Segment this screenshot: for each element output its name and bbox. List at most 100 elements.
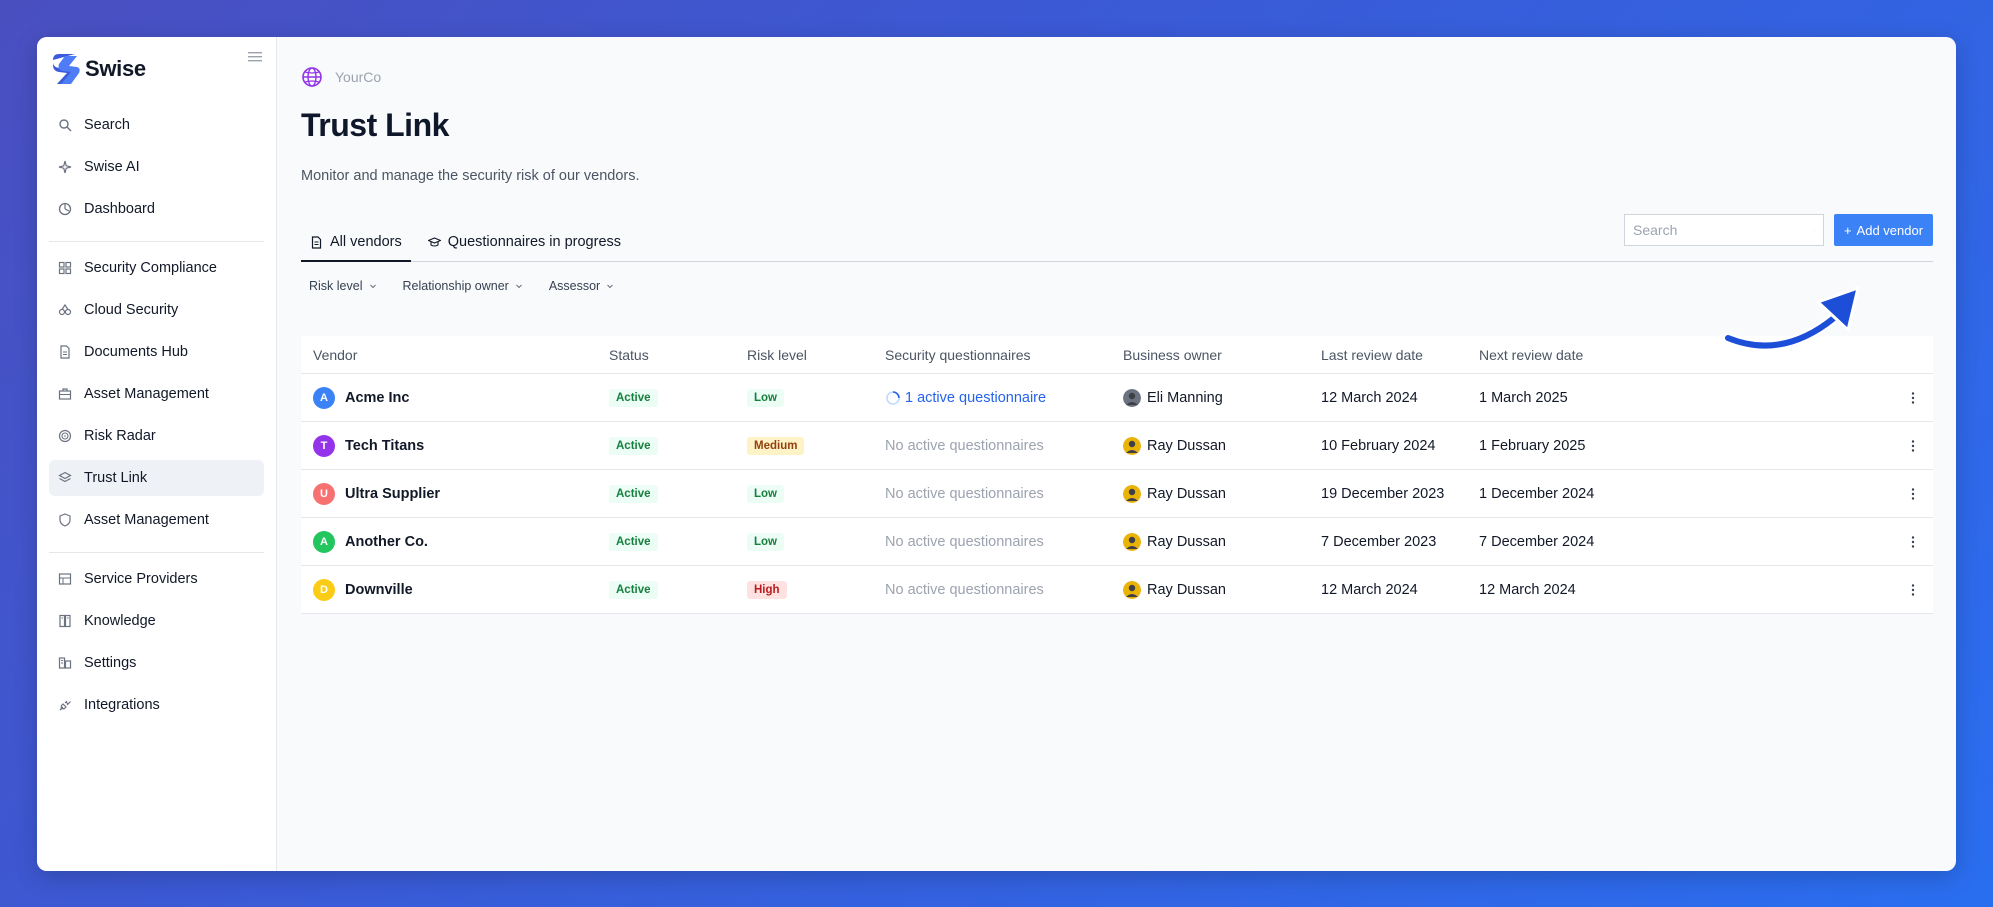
owner-cell: Ray Dussan — [1123, 484, 1321, 503]
dashboard-icon — [58, 202, 72, 216]
owner-cell: Ray Dussan — [1123, 436, 1321, 455]
sidebar-item-search[interactable]: Search — [49, 107, 264, 143]
questionnaire-link[interactable]: 1 active questionnaire — [905, 390, 1046, 406]
sidebar: Swise Search Swise AI Dashboard Security Co… — [37, 37, 277, 871]
sidebar-item-label: Security Compliance — [84, 260, 217, 276]
filter-risk-level[interactable]: Risk level — [309, 279, 377, 293]
table-row[interactable]: A Another Co. Active Low No active quest… — [301, 518, 1933, 566]
sidebar-item-security-compliance[interactable]: Security Compliance — [49, 250, 264, 286]
questionnaire-status: No active questionnaires — [885, 437, 1044, 454]
org-switcher[interactable]: YourCo — [301, 65, 1933, 89]
vendor-name[interactable]: Downville — [345, 582, 413, 598]
search-field[interactable] — [1624, 214, 1824, 246]
tab-label: All vendors — [330, 234, 402, 250]
column-header[interactable]: Security questionnaires — [885, 347, 1123, 363]
sidebar-item-label: Service Providers — [84, 571, 198, 587]
column-header[interactable]: Last review date — [1321, 347, 1479, 363]
status-badge: Active — [609, 436, 658, 455]
sidebar-item-knowledge[interactable]: Knowledge — [49, 603, 264, 639]
questionnaire-status: No active questionnaires — [885, 581, 1044, 598]
sidebar-item-integrations[interactable]: Integrations — [49, 687, 264, 723]
search-input[interactable] — [1633, 222, 1814, 238]
more-options-icon[interactable] — [1911, 583, 1915, 597]
next-review-date: 1 February 2025 — [1479, 437, 1586, 454]
vendor-name[interactable]: Tech Titans — [345, 438, 424, 454]
vendor-name[interactable]: Ultra Supplier — [345, 486, 440, 502]
risk-cell: Medium — [747, 436, 885, 455]
sidebar-item-asset-management[interactable]: Asset Management — [49, 376, 264, 412]
vendor-initial: A — [320, 391, 328, 404]
questionnaire-status: No active questionnaires — [885, 533, 1044, 550]
sidebar-group: Search Swise AI Dashboard — [49, 107, 264, 242]
column-header[interactable]: Risk level — [747, 347, 885, 363]
table-row[interactable]: A Acme Inc Active Low 1 active questionn… — [301, 374, 1933, 422]
more-options-icon[interactable] — [1911, 487, 1915, 501]
column-header[interactable]: Vendor — [301, 347, 609, 363]
vendor-avatar: A — [313, 530, 335, 553]
table-row[interactable]: T Tech Titans Active Medium No active qu… — [301, 422, 1933, 470]
chevron-down-icon — [515, 284, 522, 289]
vendor-name[interactable]: Another Co. — [345, 534, 428, 550]
layers-icon — [58, 471, 72, 483]
brand[interactable]: Swise — [37, 51, 276, 87]
more-options-icon[interactable] — [1911, 535, 1915, 549]
questionnaire-status: No active questionnaires — [885, 485, 1044, 502]
sidebar-item-risk-radar[interactable]: Risk Radar — [49, 418, 264, 454]
sidebar-item-settings[interactable]: Settings — [49, 645, 264, 681]
risk-cell: Low — [747, 388, 885, 407]
page-subtitle: Monitor and manage the security risk of … — [301, 168, 640, 184]
sidebar-item-label: Dashboard — [84, 201, 155, 217]
vendor-cell: A Acme Inc — [301, 386, 609, 409]
brand-name: Swise — [85, 56, 146, 81]
sidebar-item-asset-management[interactable]: Asset Management — [49, 502, 264, 538]
filter-assessor[interactable]: Assessor — [549, 279, 614, 293]
sidebar-item-trust-link[interactable]: Trust Link — [49, 460, 264, 496]
filter-relationship-owner[interactable]: Relationship owner — [403, 279, 523, 293]
sidebar-item-label: Asset Management — [84, 386, 209, 402]
sidebar-item-label: Settings — [84, 655, 137, 671]
risk-badge: High — [747, 580, 787, 599]
sidebar-item-dashboard[interactable]: Dashboard — [49, 191, 264, 227]
sidebar-item-cloud-security[interactable]: Cloud Security — [49, 292, 264, 328]
sidebar-group: Service Providers Knowledge Settings Integr… — [49, 561, 264, 737]
column-header[interactable]: Status — [609, 347, 747, 363]
search-icon — [59, 119, 72, 132]
more-options-icon[interactable] — [1911, 391, 1915, 405]
add-vendor-button[interactable]: + Add vendor — [1834, 214, 1933, 246]
table-row[interactable]: D Downville Active High No active questi… — [301, 566, 1933, 614]
last-review-date: 19 December 2023 — [1321, 485, 1445, 502]
risk-badge: Medium — [747, 436, 805, 455]
main-content: YourCo Trust Link Monitor and manage the… — [277, 37, 1956, 871]
search-icon — [1814, 229, 1815, 231]
vendors-table: Vendor Status Risk level Security questi… — [301, 336, 1933, 614]
questionnaire-cell: 1 active questionnaire — [885, 390, 1123, 406]
more-options-icon[interactable] — [1911, 439, 1915, 453]
sidebar-item-label: Trust Link — [84, 470, 148, 486]
sidebar-item-label: Search — [84, 117, 130, 133]
sidebar-item-documents-hub[interactable]: Documents Hub — [49, 334, 264, 370]
sidebar-item-swise-ai[interactable]: Swise AI — [49, 149, 264, 185]
tab-all-vendors[interactable]: All vendors — [301, 224, 411, 262]
vendor-cell: U Ultra Supplier — [301, 482, 609, 505]
column-header[interactable]: Business owner — [1123, 347, 1321, 363]
sidebar-item-service-providers[interactable]: Service Providers — [49, 561, 264, 597]
document-icon — [60, 345, 70, 359]
status-badge: Active — [609, 532, 658, 551]
owner-cell: Ray Dussan — [1123, 580, 1321, 599]
table-row[interactable]: U Ultra Supplier Active Low No active qu… — [301, 470, 1933, 518]
vendor-avatar: D — [313, 578, 335, 601]
plug-icon — [59, 700, 71, 711]
status-badge: Active — [609, 580, 658, 599]
tab-questionnaires-in-progress[interactable]: Questionnaires in progress — [419, 223, 630, 261]
tab-label: Questionnaires in progress — [447, 234, 622, 250]
next-review-date: 12 March 2024 — [1479, 581, 1576, 598]
owner-name: Ray Dussan — [1147, 485, 1226, 502]
next-review-date: 1 December 2024 — [1479, 485, 1595, 502]
avatar — [1123, 484, 1141, 503]
vendor-name[interactable]: Acme Inc — [345, 390, 409, 406]
risk-badge: Low — [747, 388, 784, 407]
row-actions — [1893, 487, 1933, 501]
collapse-sidebar-icon[interactable] — [248, 51, 262, 63]
sparkle-icon — [58, 160, 72, 174]
document-icon — [311, 235, 322, 249]
